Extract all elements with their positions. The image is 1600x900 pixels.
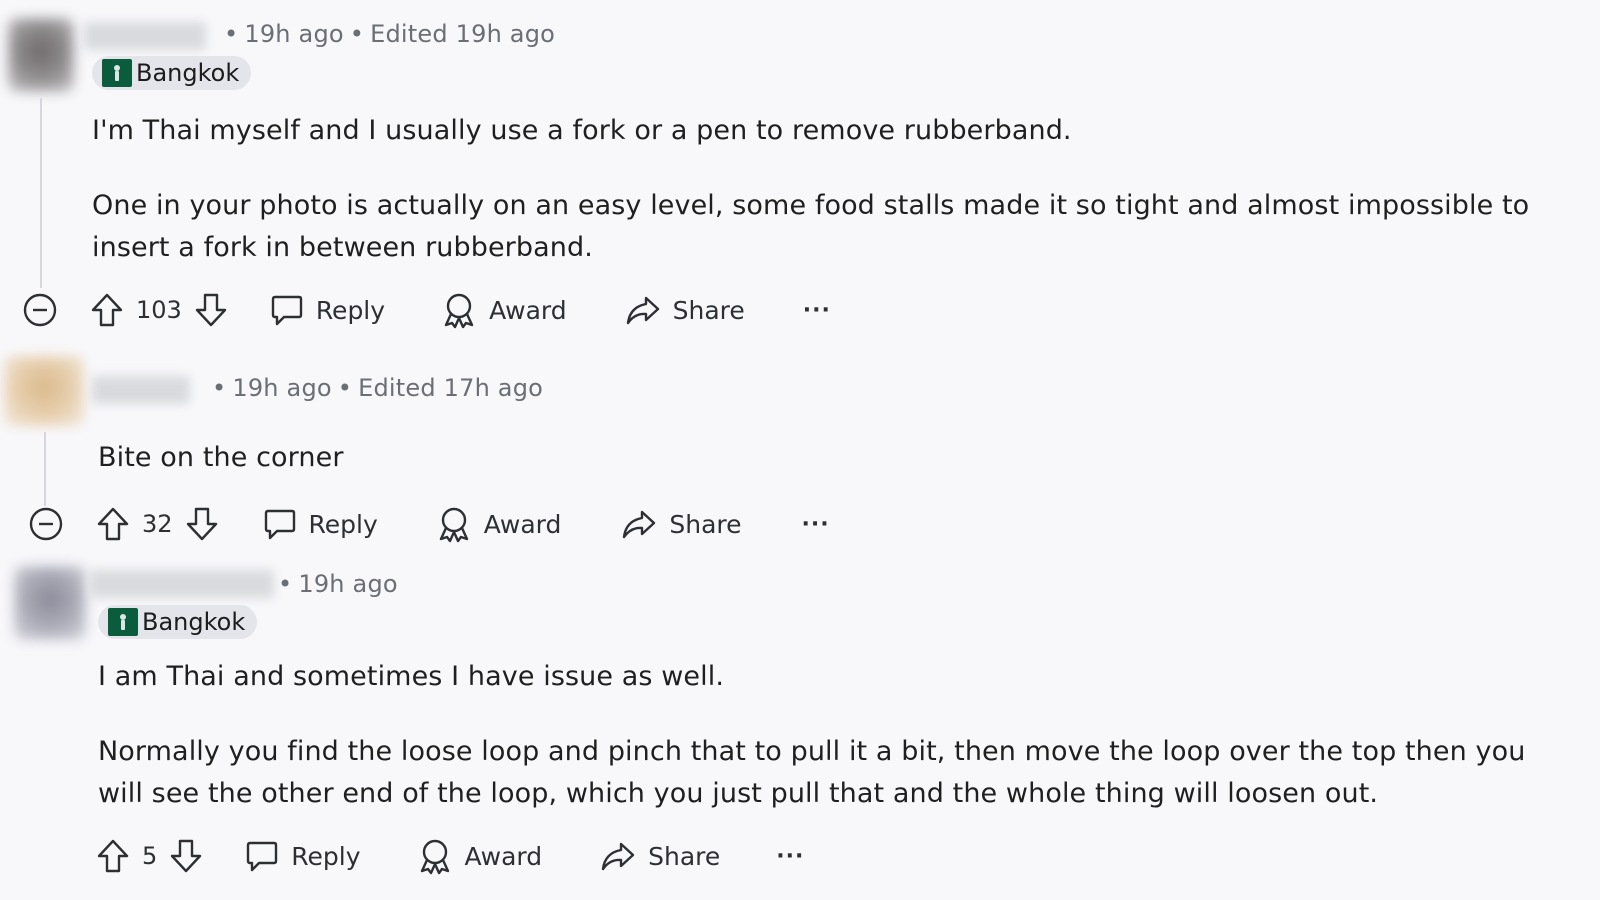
upvote-icon [97, 839, 129, 873]
upvote-button[interactable] [96, 838, 130, 874]
avatar[interactable] [14, 566, 86, 640]
username[interactable] [90, 570, 274, 598]
share-label: Share [648, 841, 721, 871]
comment-paragraph: Normally you find the loose loop and pin… [98, 736, 1526, 809]
more-icon: ··· [776, 843, 805, 869]
user-flair: Bangkok [98, 605, 258, 639]
flair-emblem-icon [108, 608, 138, 636]
comment-body: I am Thai and sometimes I have issue as … [98, 656, 1558, 815]
reply-button[interactable]: Reply [245, 839, 361, 873]
comment-icon [247, 841, 278, 872]
downvote-button[interactable] [169, 838, 203, 874]
award-button[interactable]: Award [417, 837, 543, 875]
comment-paragraph: I am Thai and sometimes I have issue as … [98, 661, 725, 692]
reply-label: Reply [291, 841, 361, 871]
downvote-icon [171, 839, 202, 873]
comment-meta: • 19h ago [278, 570, 398, 598]
award-label: Award [464, 841, 543, 871]
award-icon [420, 839, 449, 875]
share-icon [601, 842, 635, 871]
flair-label: Bangkok [142, 608, 246, 636]
comment-3: • 19h ago Bangkok I am Thai and sometimes… [0, 0, 1600, 900]
share-button[interactable]: Share [600, 840, 720, 872]
comment-thread: • 19h ago • Edited 19h ago Bangkok I'm Thai… [0, 0, 1600, 900]
more-options-button[interactable]: ··· [776, 844, 804, 869]
timestamp: 19h ago [298, 570, 398, 598]
vote-score: 5 [142, 842, 158, 870]
comment-actions: 5 Reply Award Share ··· [96, 834, 804, 878]
